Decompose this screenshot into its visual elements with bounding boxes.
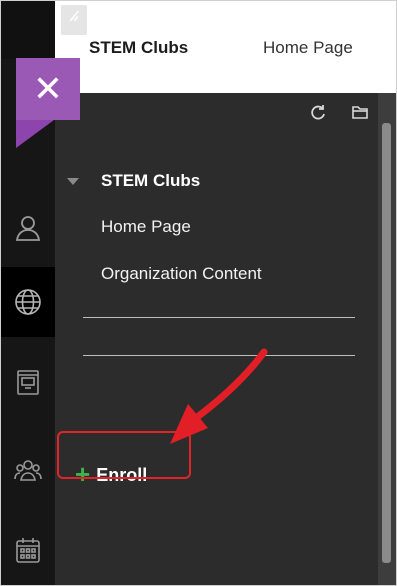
collapse-triangle-icon[interactable] bbox=[67, 177, 79, 185]
course-title[interactable]: STEM Clubs bbox=[89, 38, 188, 58]
refresh-icon[interactable] bbox=[307, 101, 329, 123]
screenshot-frame: 𝒽 STEM Clubs Home Page STEM Clubs Home P… bbox=[0, 0, 397, 586]
pin-glyph: 𝒽 bbox=[69, 7, 79, 25]
profile-icon[interactable] bbox=[1, 193, 55, 263]
globe-icon[interactable] bbox=[1, 267, 55, 337]
enroll-highlight-box bbox=[57, 431, 191, 479]
menu-divider bbox=[83, 317, 355, 318]
course-menu-header[interactable]: STEM Clubs bbox=[67, 171, 200, 191]
organizations-icon[interactable] bbox=[1, 435, 55, 505]
course-menu-panel bbox=[55, 93, 378, 585]
pin-icon[interactable]: 𝒽 bbox=[61, 5, 87, 35]
close-menu-button[interactable]: ✕ bbox=[16, 58, 80, 120]
top-header: 𝒽 STEM Clubs Home Page bbox=[55, 1, 396, 93]
menu-link-home-page[interactable]: Home Page bbox=[101, 217, 191, 237]
calendar-icon[interactable] bbox=[1, 515, 55, 585]
page-title: Home Page bbox=[263, 38, 353, 57]
panel-scrollbar[interactable] bbox=[378, 93, 396, 585]
close-tab-fold bbox=[16, 120, 54, 148]
close-icon: ✕ bbox=[32, 68, 64, 109]
rail-top bbox=[1, 1, 55, 59]
course-menu-title: STEM Clubs bbox=[101, 171, 201, 190]
menu-link-organization-content[interactable]: Organization Content bbox=[101, 264, 262, 284]
courses-icon[interactable] bbox=[1, 347, 55, 417]
menu-divider bbox=[83, 355, 355, 356]
folder-icon[interactable] bbox=[349, 101, 371, 123]
scrollbar-thumb[interactable] bbox=[382, 123, 391, 563]
